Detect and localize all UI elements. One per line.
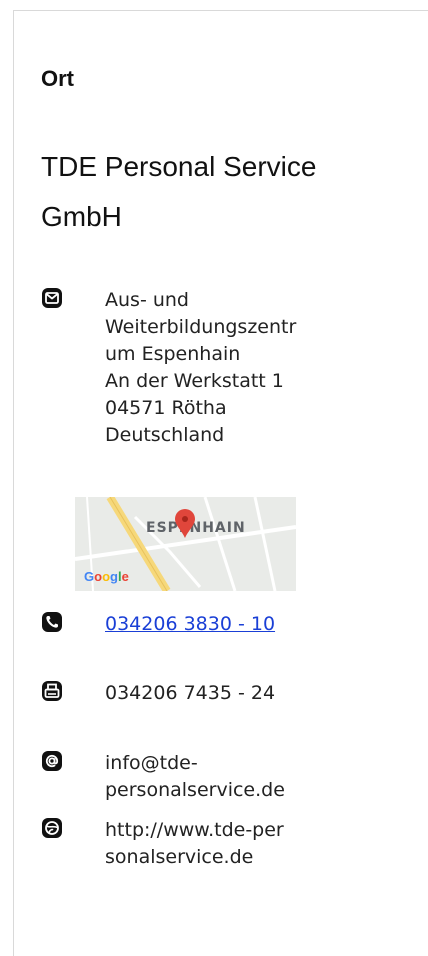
globe-icon [42,818,62,838]
fax-row: 034206 7435 - 24 [41,680,275,707]
fax-text: 034206 7435 - 24 [105,680,275,707]
phone-icon [42,612,62,632]
website-line: sonalservice.de [105,846,254,868]
email-line: info@tde- [105,752,198,774]
address-line: um Espenhain [105,343,241,365]
mail-icon [42,288,62,308]
email-row: info@tde- personalservice.de [41,750,285,804]
company-name: TDE Personal Service GmbH [41,151,317,232]
phone-link[interactable]: 034206 3830 - 10 [105,613,275,635]
address-line: Weiterbildungszentr [105,316,297,338]
address-row: Aus- und Weiterbildungszentr um Espenhai… [41,287,296,449]
phone-row: 034206 3830 - 10 [41,611,275,638]
email-line: personalservice.de [105,779,285,801]
email-text[interactable]: info@tde- personalservice.de [105,750,285,804]
website-row: http://www.tde-per sonalservice.de [41,817,284,871]
address-text: Aus- und Weiterbildungszentr um Espenhai… [105,287,296,449]
address-line: 04571 Rötha [105,397,227,419]
at-icon [42,751,62,771]
address-line: An der Werkstatt 1 [105,370,284,392]
map-thumbnail[interactable]: ESPENHAIN Google [75,497,296,591]
map-pin-icon [175,509,195,538]
address-line: Aus- und [105,289,189,311]
address-line: Deutschland [105,424,225,446]
phone-text: 034206 3830 - 10 [105,611,275,638]
website-text[interactable]: http://www.tde-per sonalservice.de [105,817,284,871]
google-logo: Google [84,569,129,584]
fax-number: 034206 7435 - 24 [105,682,276,704]
website-line: http://www.tde-per [105,819,284,841]
section-label: Ort [41,66,74,91]
fax-icon [42,681,62,701]
